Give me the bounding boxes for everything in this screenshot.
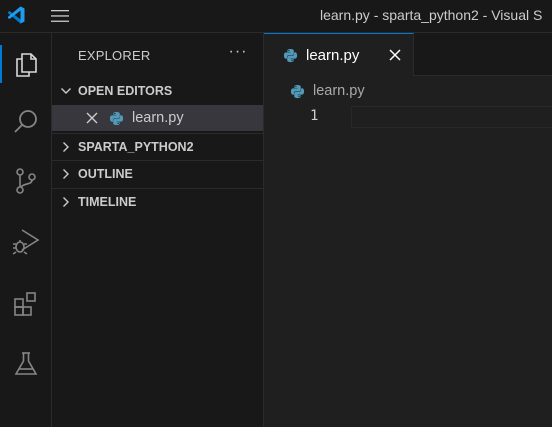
activity-testing[interactable] (0, 341, 52, 387)
title-bar: learn.py - sparta_python2 - Visual S (0, 0, 552, 33)
breadcrumb-file: learn.py (313, 83, 365, 99)
chevron-right-icon (63, 196, 69, 207)
chevron-down-icon (61, 88, 71, 94)
section-timeline[interactable]: TIMELINE (52, 188, 263, 214)
section-label: OUTLINE (78, 166, 133, 181)
close-icon[interactable] (85, 111, 99, 125)
open-editor-item[interactable]: learn.py (52, 105, 263, 131)
source-control-icon (16, 168, 36, 194)
section-label: OPEN EDITORS (78, 84, 173, 98)
editor-area: learn.py learn.py 1 (264, 33, 552, 427)
hamburger-menu-icon[interactable] (48, 6, 72, 26)
activity-search[interactable] (0, 99, 52, 145)
python-icon (283, 48, 298, 62)
breadcrumb[interactable]: learn.py (290, 83, 365, 99)
tab-bar: learn.py (264, 33, 552, 76)
section-label: SPARTA_PYTHON2 (78, 139, 194, 154)
vscode-logo-icon (8, 6, 25, 24)
activity-explorer[interactable] (0, 41, 52, 87)
section-open-editors[interactable]: OPEN EDITORS (52, 78, 263, 104)
sidebar-title: EXPLORER (78, 48, 151, 63)
extensions-icon (14, 292, 36, 316)
files-icon (16, 53, 37, 77)
run-debug-icon (12, 229, 40, 255)
chevron-right-icon (63, 141, 69, 152)
python-icon (290, 84, 305, 98)
line-number: 1 (310, 108, 319, 124)
open-editor-filename: learn.py (132, 110, 184, 126)
activity-source-control[interactable] (0, 158, 52, 204)
search-icon (14, 110, 37, 133)
section-label: TIMELINE (78, 194, 137, 209)
explorer-sidebar: EXPLORER ··· OPEN EDITORS learn.py SPART… (52, 33, 264, 427)
chevron-right-icon (63, 168, 69, 179)
window-title: learn.py - sparta_python2 - Visual S (320, 7, 543, 23)
close-icon[interactable] (388, 48, 402, 62)
activity-run-debug[interactable] (0, 218, 52, 264)
section-sparta-python2[interactable]: SPARTA_PYTHON2 (52, 133, 263, 159)
ellipsis-icon[interactable]: ··· (227, 43, 249, 63)
activity-bar (0, 33, 52, 427)
python-icon (109, 111, 124, 125)
section-outline[interactable]: OUTLINE (52, 160, 263, 186)
tab-learn-py[interactable]: learn.py (264, 33, 414, 76)
tab-label: learn.py (306, 46, 360, 64)
code-editor-line[interactable] (351, 106, 552, 128)
activity-extensions[interactable] (0, 281, 52, 327)
flask-icon (14, 352, 38, 375)
